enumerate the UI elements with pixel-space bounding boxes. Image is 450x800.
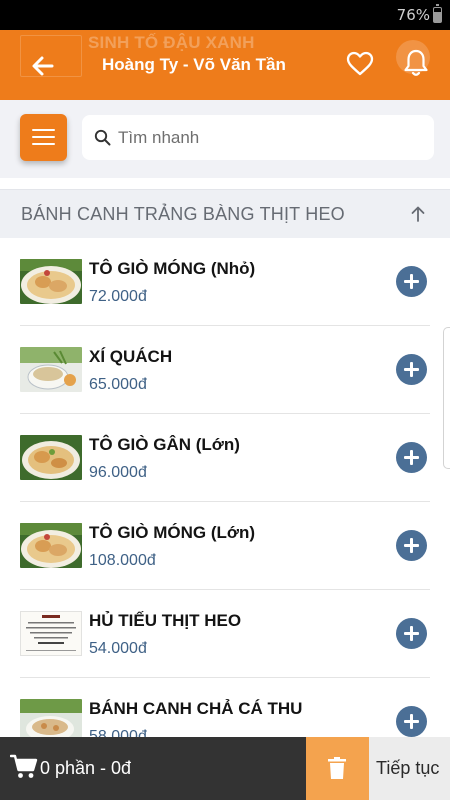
item-name: TÔ GIÒ GÂN (Lớn): [89, 435, 240, 454]
background-item-name: SINH TỐ ĐẬU XANH: [88, 33, 255, 52]
app-screen: 76% SINH TỐ ĐẬU XANH Hoàng Ty - Võ Văn T…: [0, 0, 450, 800]
item-name: BÁNH CANH CHẢ CÁ THU: [89, 699, 303, 718]
item-thumbnail: [20, 611, 82, 656]
menu-item[interactable]: TÔ GIÒ MÓNG (Lớn) 108.000đ: [0, 502, 450, 590]
arrow-up-icon[interactable]: [409, 205, 427, 223]
clear-cart-button[interactable]: [306, 737, 369, 800]
item-price: 72.000đ: [89, 288, 147, 305]
battery-level: 76%: [396, 6, 430, 24]
item-name: TÔ GIÒ MÓNG (Lớn): [89, 523, 256, 542]
search-bar-area: [0, 100, 450, 178]
hamburger-icon: [32, 129, 55, 131]
item-name: HỦ TIẾU THỊT HEO: [89, 611, 242, 630]
add-item-button[interactable]: [396, 354, 427, 385]
menu-item[interactable]: BÁNH CANH CHẢ CÁ THU 58.000đ: [0, 678, 450, 738]
category-menu-button[interactable]: [20, 114, 67, 161]
item-thumbnail: [20, 347, 82, 392]
heart-icon[interactable]: [346, 50, 374, 78]
search-box[interactable]: [82, 115, 434, 160]
status-bar: 76%: [0, 0, 450, 30]
item-thumbnail: [20, 523, 82, 568]
item-thumbnail: [20, 435, 82, 480]
menu-item[interactable]: TÔ GIÒ GÂN (Lớn) 96.000đ: [0, 414, 450, 502]
battery-icon: [433, 4, 442, 23]
item-name: XÍ QUÁCH: [89, 347, 173, 366]
menu-item[interactable]: HỦ TIẾU THỊT HEO 54.000đ: [0, 590, 450, 678]
item-price: 108.000đ: [89, 552, 156, 569]
item-name: TÔ GIÒ MÓNG (Nhỏ): [89, 259, 256, 278]
category-header[interactable]: BÁNH CANH TRẢNG BÀNG THỊT HEO: [0, 189, 450, 238]
bell-icon[interactable]: [402, 48, 430, 78]
add-item-button[interactable]: [396, 530, 427, 561]
store-title: Hoàng Ty - Võ Văn Tần: [102, 55, 286, 74]
continue-label: Tiếp tục: [376, 758, 440, 778]
back-arrow-icon[interactable]: [30, 53, 56, 79]
add-item-button[interactable]: [396, 266, 427, 297]
menu-item[interactable]: XÍ QUÁCH 65.000đ: [0, 326, 450, 414]
item-price: 54.000đ: [89, 640, 147, 657]
app-header: SINH TỐ ĐẬU XANH Hoàng Ty - Võ Văn Tần: [0, 30, 450, 100]
continue-button[interactable]: Tiếp tục: [369, 737, 450, 800]
add-item-button[interactable]: [396, 706, 427, 737]
battery-indicator: 76%: [396, 4, 442, 24]
add-item-button[interactable]: [396, 618, 427, 649]
cart-bar: 0 phần - 0đ Tiếp tục: [0, 737, 450, 800]
add-item-button[interactable]: [396, 442, 427, 473]
category-title: BÁNH CANH TRẢNG BÀNG THỊT HEO: [21, 204, 345, 224]
menu-item-list: TÔ GIÒ MÓNG (Nhỏ) 72.000đ XÍ QUÁCH 65.00…: [0, 238, 450, 738]
search-input[interactable]: [118, 115, 418, 160]
item-thumbnail: [20, 259, 82, 304]
trash-icon: [328, 757, 346, 779]
item-thumbnail: [20, 699, 82, 738]
cart-icon[interactable]: [10, 754, 38, 780]
search-icon: [94, 129, 111, 146]
item-price: 96.000đ: [89, 464, 147, 481]
item-price: 65.000đ: [89, 376, 147, 393]
scroll-handle[interactable]: [443, 327, 450, 469]
cart-summary: 0 phần - 0đ: [40, 758, 132, 778]
menu-item[interactable]: TÔ GIÒ MÓNG (Nhỏ) 72.000đ: [0, 238, 450, 326]
